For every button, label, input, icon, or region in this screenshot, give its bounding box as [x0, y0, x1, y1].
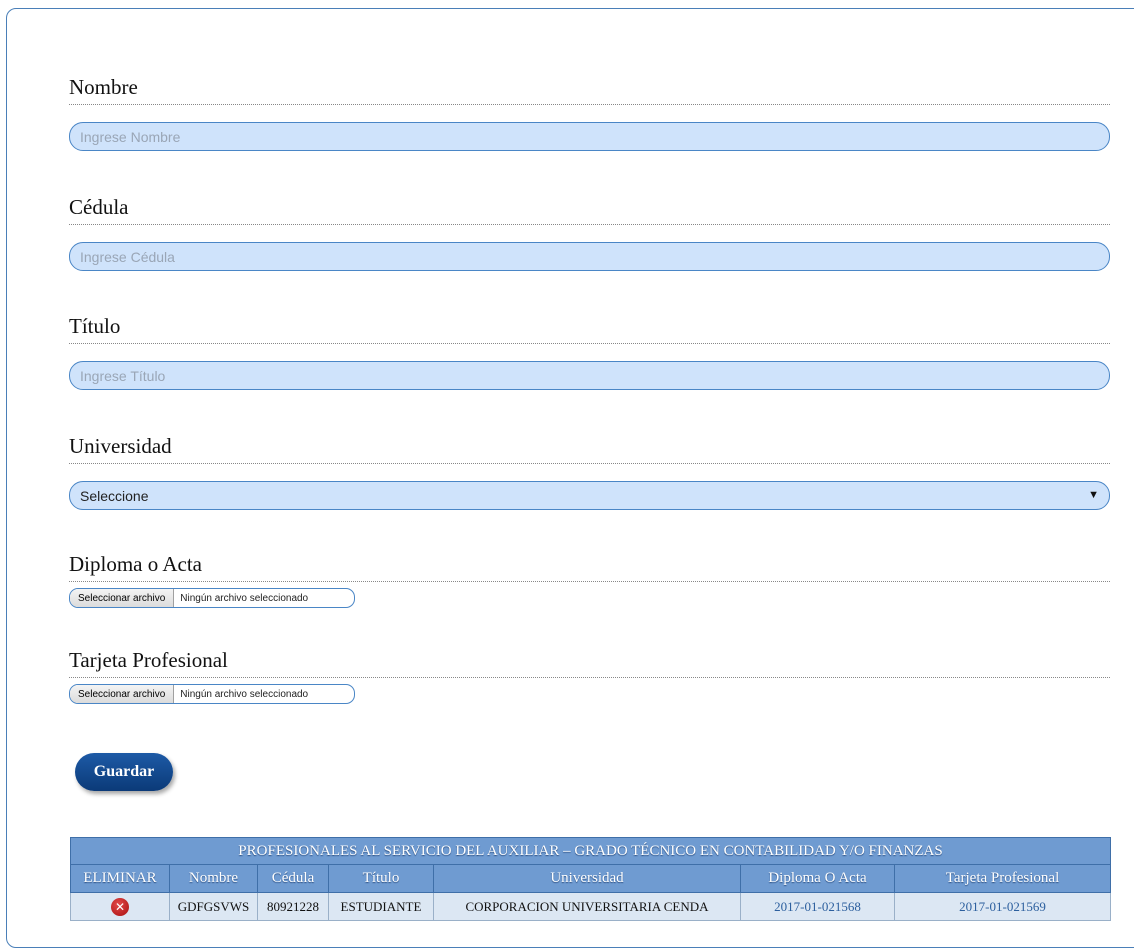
nombre-field-group: Nombre [69, 74, 1110, 151]
diploma-file-input[interactable]: Seleccionar archivo Ningún archivo selec… [69, 588, 355, 608]
header-diploma: Diploma O Acta [740, 864, 895, 893]
cell-titulo: ESTUDIANTE [328, 892, 434, 921]
cell-cedula: 80921228 [257, 892, 329, 921]
universidad-label: Universidad [69, 433, 1110, 464]
delete-icon[interactable]: ✕ [111, 897, 129, 916]
nombre-input[interactable] [69, 122, 1110, 151]
save-button[interactable]: Guardar [75, 753, 173, 791]
tarjeta-field-group: Tarjeta Profesional Seleccionar archivo … [69, 647, 1110, 704]
diploma-label: Diploma o Acta [69, 551, 1110, 582]
table-title: PROFESIONALES AL SERVICIO DEL AUXILIAR –… [70, 837, 1111, 865]
titulo-field-group: Título [69, 313, 1110, 390]
diploma-field-group: Diploma o Acta Seleccionar archivo Ningú… [69, 551, 1110, 608]
nombre-label: Nombre [69, 74, 1110, 105]
header-cedula: Cédula [257, 864, 329, 893]
universidad-select[interactable]: Seleccione ▼ [69, 481, 1110, 510]
titulo-label: Título [69, 313, 1110, 344]
tarjeta-label: Tarjeta Profesional [69, 647, 1110, 678]
tarjeta-file-input[interactable]: Seleccionar archivo Ningún archivo selec… [69, 684, 355, 704]
chevron-down-icon: ▼ [1088, 489, 1099, 501]
titulo-input[interactable] [69, 361, 1110, 390]
cedula-label: Cédula [69, 194, 1110, 225]
tarjeta-file-button[interactable]: Seleccionar archivo [70, 685, 175, 703]
diploma-link[interactable]: 2017-01-021568 [740, 892, 895, 921]
header-tarjeta: Tarjeta Profesional [894, 864, 1111, 893]
header-universidad: Universidad [433, 864, 741, 893]
header-titulo: Título [328, 864, 434, 893]
header-eliminar: ELIMINAR [70, 864, 170, 893]
cedula-field-group: Cédula [69, 194, 1110, 271]
universidad-field-group: Universidad Seleccione ▼ [69, 433, 1110, 510]
cell-nombre: GDFGSVWS [169, 892, 258, 921]
table-header-row: ELIMINAR Nombre Cédula Título Universida… [70, 864, 1111, 893]
cedula-input[interactable] [69, 242, 1110, 271]
delete-cell: ✕ [70, 892, 170, 921]
tarjeta-link[interactable]: 2017-01-021569 [894, 892, 1111, 921]
universidad-selected-value: Seleccione [80, 487, 149, 504]
tarjeta-file-status: Ningún archivo seleccionado [180, 688, 309, 700]
header-nombre: Nombre [169, 864, 258, 893]
professionals-table: PROFESIONALES AL SERVICIO DEL AUXILIAR –… [70, 837, 1111, 921]
diploma-file-button[interactable]: Seleccionar archivo [70, 589, 175, 607]
cell-universidad: CORPORACION UNIVERSITARIA CENDA [433, 892, 741, 921]
table-row: ✕ GDFGSVWS 80921228 ESTUDIANTE CORPORACI… [70, 892, 1111, 921]
diploma-file-status: Ningún archivo seleccionado [180, 592, 309, 604]
